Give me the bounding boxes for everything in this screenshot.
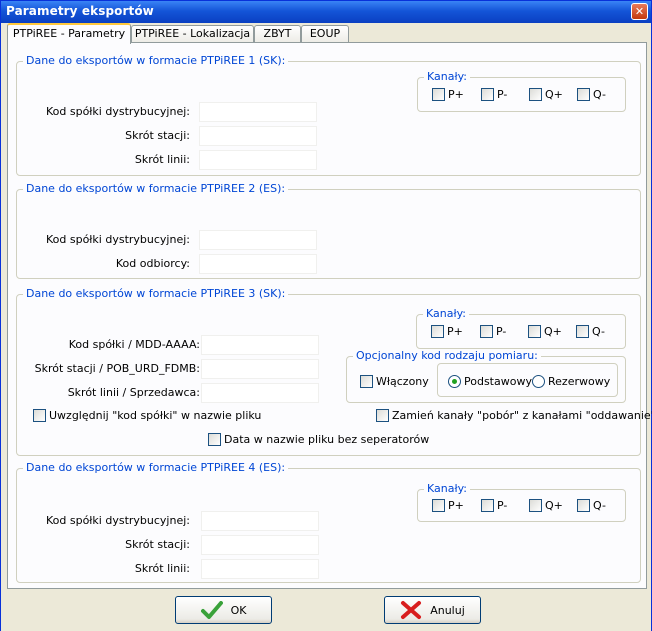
channels-group: Kanały: P+ P- Q+ Q- — [417, 482, 626, 522]
group-ptpiree-4: Dane do eksportów w formacie PTPiREE 4 (… — [16, 461, 641, 583]
channel-q-minus[interactable]: Q- — [577, 499, 606, 512]
field-label: Kod spółki dystrybucyjnej: — [45, 233, 190, 246]
ok-button[interactable]: OK — [175, 596, 272, 624]
field-label: Skrót linii: — [134, 153, 190, 166]
group-title: Dane do eksportów w formacie PTPiREE 4 (… — [23, 461, 289, 474]
group-title: Dane do eksportów w formacie PTPiREE 3 (… — [23, 287, 289, 300]
kod-odbiorcy-input[interactable] — [199, 254, 317, 274]
channel-q-minus[interactable]: Q- — [577, 88, 606, 101]
group-ptpiree-1: Dane do eksportów w formacie PTPiREE 1 (… — [16, 54, 641, 176]
date-no-separators-checkbox[interactable]: Data w nazwie pliku bez seperatorów — [208, 433, 429, 446]
skrot-stacji-pob-input[interactable] — [201, 359, 319, 379]
tab-ptpiree-parametry[interactable]: PTPiREE - Parametry — [7, 23, 131, 44]
group-ptpiree-2: Dane do eksportów w formacie PTPiREE 2 (… — [16, 182, 641, 279]
field-label: Kod spółki / MDD-AAAA: — [68, 338, 200, 351]
skrot-linii-input[interactable] — [201, 559, 319, 579]
cancel-button[interactable]: Anuluj — [384, 596, 481, 624]
channel-q-minus[interactable]: Q- — [576, 325, 605, 338]
tab-panel: Dane do eksportów w formacie PTPiREE 1 (… — [7, 42, 652, 589]
channel-p-minus[interactable]: P- — [481, 88, 507, 101]
check-icon — [200, 601, 223, 619]
group-title: Dane do eksportów w formacie PTPiREE 1 (… — [23, 54, 289, 67]
channels-group: Kanały: P+ P- Q+ Q- — [416, 307, 626, 349]
kod-spolki-input[interactable] — [201, 511, 319, 531]
export-params-window: Parametry eksportów ✕ PTPiREE - Parametr… — [0, 0, 652, 631]
tab-eoup[interactable]: EOUP — [301, 25, 349, 43]
group-title: Dane do eksportów w formacie PTPiREE 2 (… — [23, 182, 289, 195]
channels-title: Kanały: — [424, 70, 471, 83]
skrot-stacji-input[interactable] — [199, 126, 317, 146]
field-label: Kod spółki dystrybucyjnej: — [45, 514, 190, 527]
channel-q-plus[interactable]: Q+ — [528, 325, 562, 338]
channel-p-plus[interactable]: P+ — [431, 325, 463, 338]
tab-zbyt[interactable]: ZBYT — [254, 25, 301, 43]
channel-p-minus[interactable]: P- — [481, 499, 507, 512]
window-title: Parametry eksportów — [6, 4, 154, 18]
field-label: Skrót linii / Sprzedawca: — [67, 386, 200, 399]
channels-title: Kanały: — [423, 307, 470, 320]
measure-code-group: Opcjonalny kod rodzaju pomiaru: Włączony… — [346, 349, 626, 403]
include-company-code-checkbox[interactable]: Uwzględnij "kod spółki" w nazwie pliku — [33, 409, 261, 422]
field-label: Kod odbiorcy: — [115, 257, 190, 270]
channel-q-plus[interactable]: Q+ — [529, 88, 563, 101]
field-label: Skrót stacji: — [125, 129, 190, 142]
channel-p-plus[interactable]: P+ — [432, 499, 464, 512]
tab-ptpiree-lokalizacja[interactable]: PTPiREE - Lokalizacja — [131, 25, 254, 43]
radio-rezerwowy[interactable]: Rezerwowy — [532, 375, 610, 388]
kod-spolki-input[interactable] — [199, 102, 317, 122]
channel-p-plus[interactable]: P+ — [432, 88, 464, 101]
group-ptpiree-3: Dane do eksportów w formacie PTPiREE 3 (… — [16, 287, 652, 456]
skrot-linii-input[interactable] — [199, 150, 317, 170]
swap-channels-checkbox[interactable]: Zamień kanały "pobór" z kanałami "oddawa… — [376, 409, 652, 422]
channel-q-plus[interactable]: Q+ — [529, 499, 563, 512]
measure-type-radio-group: Podstawowy Rezerwowy — [437, 363, 618, 397]
close-icon: ✕ — [634, 5, 645, 18]
skrot-stacji-input[interactable] — [201, 535, 319, 555]
channels-title: Kanały: — [424, 482, 471, 495]
measure-code-title: Opcjonalny kod rodzaju pomiaru: — [353, 349, 541, 362]
measure-enabled-checkbox[interactable]: Włączony — [360, 375, 429, 388]
kod-spolki-mdd-input[interactable] — [201, 335, 319, 355]
channels-group: Kanały: P+ P- Q+ Q- — [417, 70, 626, 112]
cancel-x-icon — [401, 601, 422, 619]
radio-podstawowy[interactable]: Podstawowy — [448, 375, 532, 388]
field-label: Skrót linii: — [134, 562, 190, 575]
field-label: Kod spółki dystrybucyjnej: — [45, 105, 190, 118]
title-bar: Parametry eksportów ✕ — [1, 1, 651, 23]
kod-spolki-input[interactable] — [199, 230, 317, 250]
channel-p-minus[interactable]: P- — [480, 325, 506, 338]
close-button[interactable]: ✕ — [631, 3, 648, 20]
dialog-footer: OK Anuluj — [1, 589, 651, 631]
field-label: Skrót stacji: — [125, 538, 190, 551]
skrot-linii-sprzedawca-input[interactable] — [201, 383, 319, 403]
field-label: Skrót stacji / POB_URD_FDMB: — [34, 362, 200, 375]
